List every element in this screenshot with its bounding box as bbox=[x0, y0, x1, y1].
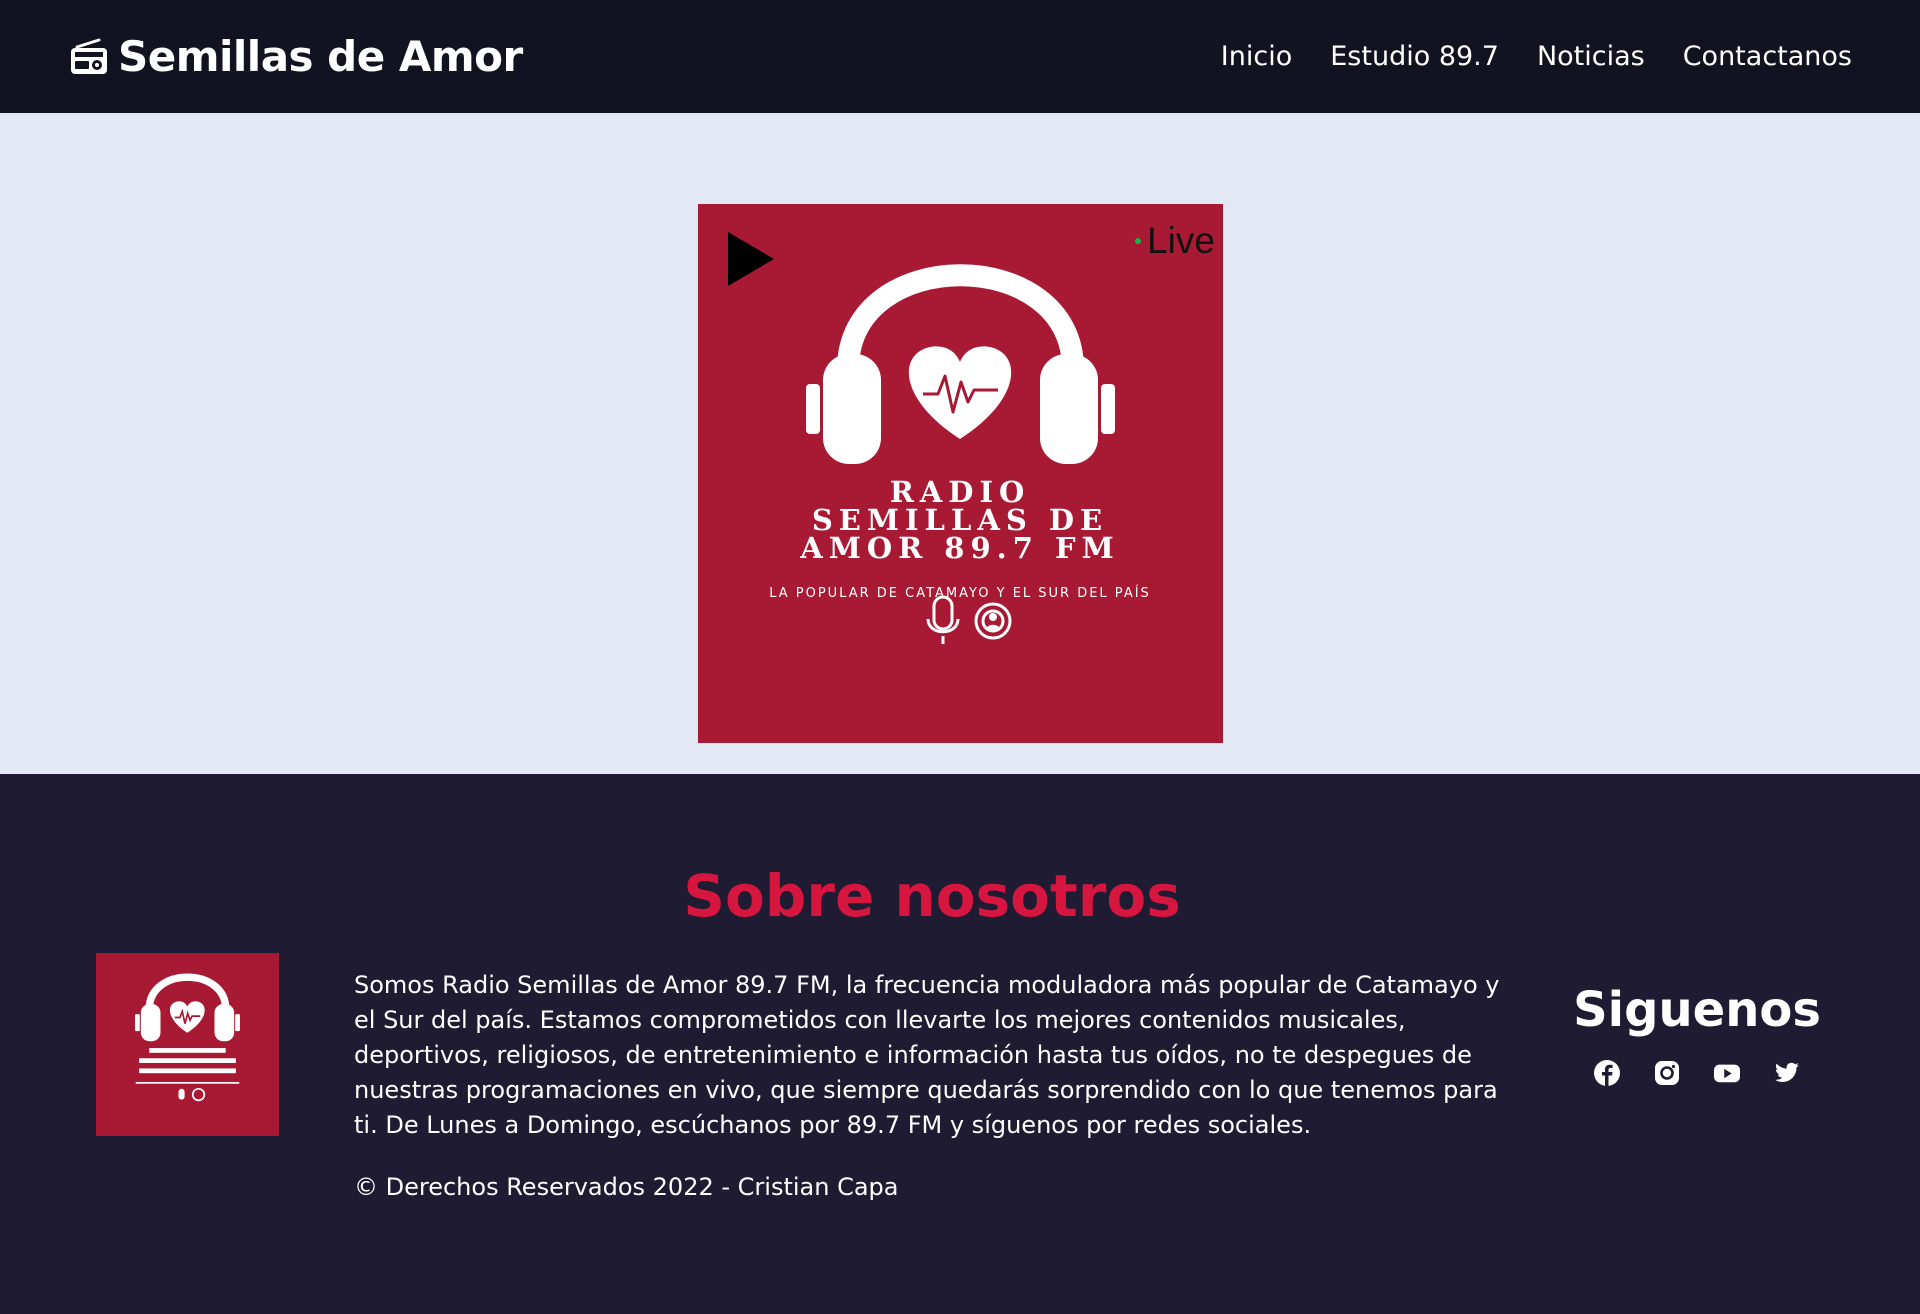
youtube-icon[interactable] bbox=[1714, 1060, 1740, 1086]
live-label: Live bbox=[1147, 220, 1215, 261]
radio-icon bbox=[68, 36, 110, 78]
footer: Sobre nosotros Somos Radio Semillas de A… bbox=[0, 774, 1920, 1314]
nav-contactanos[interactable]: Contactanos bbox=[1683, 41, 1852, 72]
nav-noticias[interactable]: Noticias bbox=[1537, 41, 1645, 72]
play-icon[interactable] bbox=[728, 232, 774, 286]
about-title: Sobre nosotros bbox=[683, 862, 1181, 930]
follow-title: Siguenos bbox=[1573, 982, 1821, 1038]
nav-inicio[interactable]: Inicio bbox=[1221, 41, 1292, 72]
follow-section: Siguenos bbox=[1566, 982, 1828, 1086]
navbar: Semillas de Amor Inicio Estudio 89.7 Not… bbox=[0, 0, 1920, 113]
logo-tagline: LA POPULAR DE CATAMAYO Y EL SUR DEL PAÍS bbox=[769, 585, 1151, 601]
about-text: Somos Radio Semillas de Amor 89.7 FM, la… bbox=[354, 971, 1500, 1139]
footer-logo-image bbox=[135, 973, 240, 1102]
facebook-icon[interactable] bbox=[1594, 1060, 1620, 1086]
social-links bbox=[1566, 1060, 1828, 1086]
live-indicator: Live bbox=[1135, 220, 1215, 262]
radio-player: RADIO SEMILLAS DE AMOR 89.7 FM LA POPULA… bbox=[698, 204, 1223, 743]
logo-line3: AMOR 89.7 FM bbox=[799, 531, 1119, 565]
copyright: © Derechos Reservados 2022 - Cristian Ca… bbox=[354, 1173, 899, 1201]
nav-estudio[interactable]: Estudio 89.7 bbox=[1330, 41, 1499, 72]
brand[interactable]: Semillas de Amor bbox=[68, 32, 523, 81]
twitter-icon[interactable] bbox=[1774, 1060, 1800, 1086]
main-nav: Inicio Estudio 89.7 Noticias Contactanos bbox=[1221, 41, 1852, 72]
footer-logo bbox=[96, 953, 279, 1136]
live-dot bbox=[1135, 238, 1142, 244]
brand-title: Semillas de Amor bbox=[118, 32, 523, 81]
radio-logo-image: RADIO SEMILLAS DE AMOR 89.7 FM LA POPULA… bbox=[769, 264, 1151, 644]
instagram-icon[interactable] bbox=[1654, 1060, 1680, 1086]
hero-section: RADIO SEMILLAS DE AMOR 89.7 FM LA POPULA… bbox=[0, 113, 1920, 774]
